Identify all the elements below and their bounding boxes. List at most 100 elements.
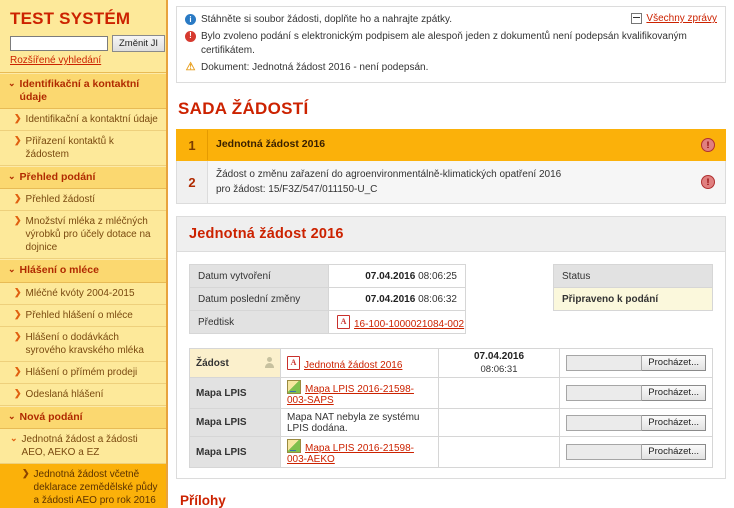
message-error: ! Bylo zvoleno podání s elektronickým pod… (185, 30, 717, 59)
sidebar-item-label: Nová podání (19, 410, 83, 423)
sidebar-nav: ⌄ Identifikační a kontaktní údaje ❯ Identif… (0, 72, 166, 508)
message-text: Bylo zvoleno podání s elektronickým podp… (201, 30, 687, 57)
document-upload-cell: Procházet... (559, 347, 713, 379)
browse-button[interactable]: Procházet... (642, 414, 706, 431)
sidebar-item-label: Přehled podání (19, 171, 96, 184)
application-row[interactable]: 2 Žádost o změnu zařazení do agroenvironm… (176, 161, 726, 204)
sidebar-item-hl-en-o-dod-vk-ch-syrov-ho-kravsk-ho-ml-[interactable]: ❯ Hlášení o dodávkách syrového kravského … (0, 326, 166, 362)
sidebar-item-ml-n-kv-ty-2004-2015[interactable]: ❯ Mléčné kvóty 2004-2015 (0, 282, 166, 305)
pdf-icon (287, 355, 300, 370)
document-date: 07.04.2016 (473, 351, 525, 362)
sidebar-item-label: Hlášení o přímém prodeji (25, 366, 138, 378)
document-row: Mapa LPIS Mapa LPIS 2016-21598-003-SAPS Pr… (189, 377, 713, 410)
map-icon (287, 439, 301, 454)
metadata-table: Datum vytvoření 07.04.2016 08:06:25 Datum … (189, 264, 466, 334)
application-row-title: Jednotná žádost 2016 (216, 138, 326, 151)
application-row[interactable]: 1 Jednotná žádost 2016! (176, 129, 726, 161)
sidebar-item-label: Identifikační a kontaktní údaje (25, 114, 158, 126)
sidebar-item-identifika-n-a-kontaktn-daje[interactable]: ❯ Identifikační a kontaktní údaje (0, 109, 166, 132)
warning-icon: ⚠ (185, 60, 196, 73)
document-upload-cell: Procházet... (559, 436, 713, 469)
document-type-label: Žádost (196, 357, 229, 369)
metadata-label: Předtisk (189, 310, 329, 334)
chevron-right-icon: ❯ (14, 215, 22, 226)
file-path-input[interactable] (566, 355, 643, 372)
sidebar-group-hl-en-o-ml-ce[interactable]: ⌄ Hlášení o mléce (0, 259, 166, 283)
sidebar-search-row: Změnit JI (0, 33, 166, 52)
document-time: 08:06:31 (480, 363, 518, 375)
document-type-label: Mapa LPIS (196, 446, 247, 458)
file-path-input[interactable] (566, 444, 643, 461)
predtisk-link[interactable]: 16-100-1000021084-002 (354, 319, 464, 330)
document-note: Mapa NAT nebyla ze systému LPIS dodána. (287, 411, 420, 434)
message-box: Všechny zprávy i Stáhněte si soubor žádos… (176, 6, 726, 83)
brand-title: TEST SYSTÉM (10, 9, 131, 28)
document-link[interactable]: Jednotná žádost 2016 (304, 360, 402, 371)
chevron-down-icon: ⌄ (8, 410, 16, 421)
sidebar-item-label: Identifikační a kontaktní údaje (19, 78, 140, 104)
all-messages-toggle[interactable]: Všechny zprávy (631, 13, 717, 24)
metadata-time: 08:06:25 (418, 270, 457, 282)
chevron-right-icon: ❯ (14, 286, 22, 297)
application-detail-panel: Jednotná žádost 2016 Datum vytvoření 07.0… (176, 216, 726, 480)
document-type-cell: Žádost (189, 347, 281, 379)
map-icon (287, 380, 301, 395)
document-name-cell: Mapa LPIS 2016-21598-003-AEKO (280, 436, 439, 469)
sidebar-item-p-i-azen-kontakt-k-dostem[interactable]: ❯ Přiřazení kontaktů k žádostem (0, 131, 166, 167)
application-row-subtitle: pro žádost: 15/F3Z/547/011150-U_C (216, 184, 378, 195)
panel-title: Jednotná žádost 2016 (189, 226, 344, 242)
panel-header: Jednotná žádost 2016 (177, 217, 725, 252)
sidebar-item-p-ehled-dost[interactable]: ❯ Přehled žádostí (0, 189, 166, 212)
metadata-date: 07.04.2016 (365, 293, 416, 305)
sidebar-item-odeslan-hl-en[interactable]: ❯ Odeslaná hlášení (0, 383, 166, 406)
document-type-cell: Mapa LPIS (189, 436, 281, 469)
chevron-right-icon: ❯ (14, 387, 22, 398)
document-row: Žádost Jednotná žádost 2016 07.04.201608:0… (189, 347, 713, 379)
document-type-cell: Mapa LPIS (189, 377, 281, 410)
browse-button[interactable]: Procházet... (642, 444, 706, 461)
metadata-row: Datum poslední změny 07.04.2016 08:06:32 (189, 287, 466, 311)
browse-button[interactable]: Procházet... (642, 385, 706, 402)
message-text: Stáhněte si soubor žádosti, doplňte ho a… (201, 14, 453, 25)
metadata-link-cell: 16-100-1000021084-002 (328, 310, 466, 334)
sidebar-item-mno-stv-ml-ka-z-ml-n-ch-v-robk-pro-ely-d[interactable]: ❯ Množství mléka z mléčných výrobků pro ú… (0, 211, 166, 260)
file-path-input[interactable] (566, 385, 643, 402)
collapse-icon[interactable] (631, 13, 643, 24)
chevron-down-icon: ⌄ (8, 78, 16, 88)
sidebar-item-label: Množství mléka z mléčných výrobků pro úč… (25, 216, 151, 254)
error-badge-icon[interactable]: ! (701, 175, 715, 189)
advanced-search-link[interactable]: Rozšířené vyhledání (0, 52, 166, 72)
signature-icon[interactable] (264, 357, 274, 369)
document-name-cell: Jednotná žádost 2016 (280, 347, 439, 379)
status-header-row: Status (553, 264, 713, 288)
summary-row: Datum vytvoření 07.04.2016 08:06:25 Datum … (189, 264, 713, 334)
file-path-input[interactable] (566, 414, 643, 431)
browse-button[interactable]: Procházet... (642, 355, 706, 372)
document-upload-cell: Procházet... (559, 408, 713, 438)
application-row-body: Jednotná žádost 2016 (208, 130, 691, 160)
document-link[interactable]: Mapa LPIS 2016-21598-003-SAPS (287, 384, 414, 406)
document-date-cell (438, 408, 560, 438)
all-messages-link[interactable]: Všechny zprávy (646, 13, 717, 24)
change-ji-button[interactable]: Změnit JI (112, 35, 166, 52)
document-date-cell (438, 377, 560, 410)
document-link[interactable]: Mapa LPIS 2016-21598-003-AEKO (287, 443, 414, 465)
chevron-right-icon: ❯ (14, 330, 22, 341)
panel-body: Datum vytvoření 07.04.2016 08:06:25 Datum … (177, 252, 725, 478)
sidebar-item-label: Jednotná žádost a žádosti AEO, AEKO a EZ (21, 433, 138, 458)
chevron-right-icon: ❯ (14, 308, 22, 319)
page-root: TEST SYSTÉM Změnit JI Rozšířené vyhledán… (0, 0, 734, 508)
pdf-icon (337, 314, 350, 329)
metadata-datetime: 07.04.2016 08:06:25 (328, 264, 466, 288)
search-input[interactable] (10, 36, 108, 51)
error-badge-icon[interactable]: ! (701, 138, 715, 152)
chevron-right-icon: ❯ (14, 113, 22, 124)
sidebar-item-jednotn-dost-v-etn-deklarace-zem-d-lsk-p[interactable]: ❯ Jednotná žádost včetně deklarace zemědě… (0, 463, 166, 508)
sidebar-item-p-ehled-hl-en-o-ml-ce[interactable]: ❯ Přehled hlášení o mléce (0, 304, 166, 327)
chevron-right-icon: ❯ (14, 193, 22, 204)
sidebar-item-hl-en-o-p-m-m-prodeji[interactable]: ❯ Hlášení o přímém prodeji (0, 361, 166, 384)
sidebar-group-nov-pod-n[interactable]: ⌄ Nová podání (0, 405, 166, 429)
sidebar-group-p-ehled-pod-n[interactable]: ⌄ Přehled podání (0, 166, 166, 190)
sidebar-item-jednotn-dost-a-dosti-aeo-aeko-a-ez[interactable]: ⌄ Jednotná žádost a žádosti AEO, AEKO a E… (0, 428, 166, 464)
sidebar-group-identifika-n-a-kontaktn-daje[interactable]: ⌄ Identifikační a kontaktní údaje (0, 73, 166, 110)
